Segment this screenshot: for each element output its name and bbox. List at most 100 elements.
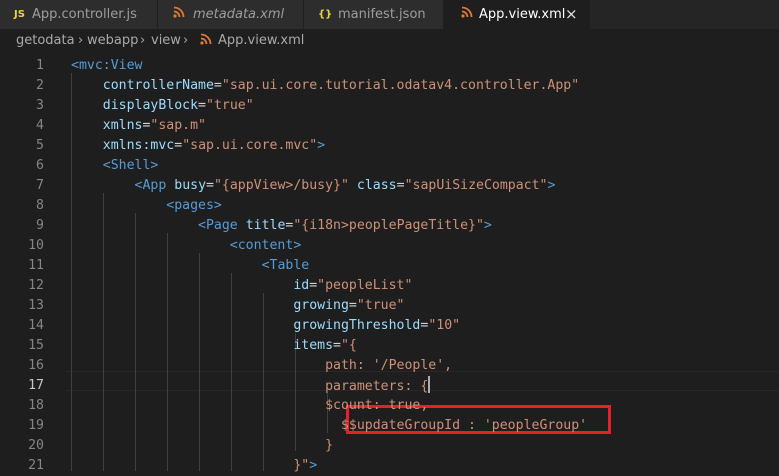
line-number: 21 xyxy=(28,458,44,473)
code-text: parameters: { xyxy=(71,376,431,397)
code-token: } xyxy=(325,438,334,453)
rss-file-icon xyxy=(461,0,473,29)
line-number: 11 xyxy=(28,258,44,273)
code-line[interactable]: 11 <Table xyxy=(0,256,779,276)
line-number: 19 xyxy=(28,418,44,433)
code-editor[interactable]: 1 <mvc:View 2 controllerName="sap.ui.core.… xyxy=(0,53,779,473)
code-line[interactable]: 15 items="{ xyxy=(0,336,779,356)
code-line[interactable]: 19 $$updateGroupId : 'peopleGroup' xyxy=(0,416,779,436)
code-text: $$updateGroupId : 'peopleGroup' xyxy=(71,416,587,436)
code-line[interactable]: 5 xmlns:mvc="sap.ui.core.mvc"> xyxy=(0,136,779,156)
code-token: <content xyxy=(229,238,294,253)
editor-tab-bar: JS App.controller.js metadata.xml {} man… xyxy=(0,0,779,29)
code-token: "{i18n>peoplePageTitle}" xyxy=(293,218,484,233)
code-token: growingThreshold xyxy=(293,318,421,333)
code-token: "peopleList" xyxy=(317,278,413,293)
tab-label: manifest.json xyxy=(338,7,426,22)
code-token: > xyxy=(483,218,492,233)
code-token: parameters: { xyxy=(325,379,429,394)
code-line[interactable]: 17 parameters: { xyxy=(0,376,779,396)
code-token: "{appView>/busy}" xyxy=(213,178,349,193)
code-line[interactable]: 16 path: '/People', xyxy=(0,356,779,376)
line-number: 13 xyxy=(28,298,44,313)
code-token: <App xyxy=(134,178,167,193)
code-token: "true" xyxy=(356,298,405,313)
code-token: > xyxy=(317,138,326,153)
code-text: } xyxy=(71,436,333,456)
line-number: 4 xyxy=(36,118,44,133)
code-token: controllerName xyxy=(102,78,214,93)
code-token: items xyxy=(293,338,334,353)
tab-manifest-json[interactable]: {} manifest.json xyxy=(304,0,444,29)
code-token: "{ xyxy=(340,338,357,353)
tab-app-controller-js[interactable]: JS App.controller.js xyxy=(0,0,158,29)
code-token: xmlns xyxy=(102,118,143,133)
code-token: $$updateGroupId : 'peopleGroup' xyxy=(340,418,588,433)
code-text: xmlns="sap.m" xyxy=(71,116,206,136)
code-token: <pages xyxy=(166,198,214,213)
code-token: title xyxy=(245,218,286,233)
code-text: growingThreshold="10" xyxy=(71,316,460,336)
code-token: > xyxy=(547,178,556,193)
breadcrumb-item-file[interactable]: App.view.xml xyxy=(218,29,304,53)
code-text: id="peopleList" xyxy=(71,276,412,296)
code-token: = xyxy=(174,138,183,153)
code-token: <Page xyxy=(198,218,238,233)
close-icon[interactable]: × xyxy=(565,0,578,29)
code-token: displayBlock xyxy=(102,98,199,113)
tab-label: App.view.xml xyxy=(479,7,566,22)
breadcrumb-item-getodata[interactable]: getodata xyxy=(16,29,75,53)
code-line[interactable]: 8 <pages> xyxy=(0,196,779,216)
code-text: $count: true, xyxy=(71,396,428,416)
line-number: 10 xyxy=(28,238,44,253)
code-text: <App busy="{appView>/busy}" class="sapUi… xyxy=(71,176,556,196)
code-line[interactable]: 18 $count: true, xyxy=(0,396,779,416)
code-line[interactable]: 21 }"> xyxy=(0,456,779,476)
line-number: 17 xyxy=(28,378,44,393)
tab-metadata-xml[interactable]: metadata.xml xyxy=(158,0,304,29)
breadcrumb-item-webapp[interactable]: webapp xyxy=(87,29,138,53)
code-line[interactable]: 10 <content> xyxy=(0,236,779,256)
line-number: 2 xyxy=(36,78,44,93)
code-token: = xyxy=(348,298,357,313)
code-line[interactable]: 3 displayBlock="true" xyxy=(0,96,779,116)
code-line[interactable]: 14 growingThreshold="10" xyxy=(0,316,779,336)
code-line[interactable]: 7 <App busy="{appView>/busy}" class="sap… xyxy=(0,176,779,196)
code-text: xmlns:mvc="sap.ui.core.mvc"> xyxy=(71,136,325,156)
line-number: 3 xyxy=(36,98,44,113)
code-line[interactable]: 20 } xyxy=(0,436,779,456)
code-token: = xyxy=(198,98,206,113)
rss-file-icon xyxy=(173,0,185,29)
code-line[interactable]: 12 id="peopleList" xyxy=(0,276,779,296)
code-line[interactable]: 13 growing="true" xyxy=(0,296,779,316)
tab-app-view-xml[interactable]: App.view.xml × xyxy=(444,0,590,29)
code-line[interactable]: 9 <Page title="{i18n>peoplePageTitle}"> xyxy=(0,216,779,236)
code-line[interactable]: 2 controllerName="sap.ui.core.tutorial.o… xyxy=(0,76,779,96)
code-token: <Shell xyxy=(102,158,151,173)
code-line[interactable]: 6 <Shell> xyxy=(0,156,779,176)
code-token: "true" xyxy=(206,98,254,113)
json-file-icon: {} xyxy=(318,9,333,20)
line-number: 9 xyxy=(36,218,44,233)
code-text: <Shell> xyxy=(71,156,159,176)
code-token: <mvc:View xyxy=(71,58,143,73)
code-token: path: '/People', xyxy=(325,358,453,373)
breadcrumb-item-view[interactable]: view xyxy=(151,29,181,53)
code-token: = xyxy=(333,338,341,353)
line-number: 1 xyxy=(36,58,44,73)
line-number: 14 xyxy=(28,318,44,333)
code-line[interactable]: 4 xmlns="sap.m" xyxy=(0,116,779,136)
code-line[interactable]: 1 <mvc:View xyxy=(0,56,779,76)
